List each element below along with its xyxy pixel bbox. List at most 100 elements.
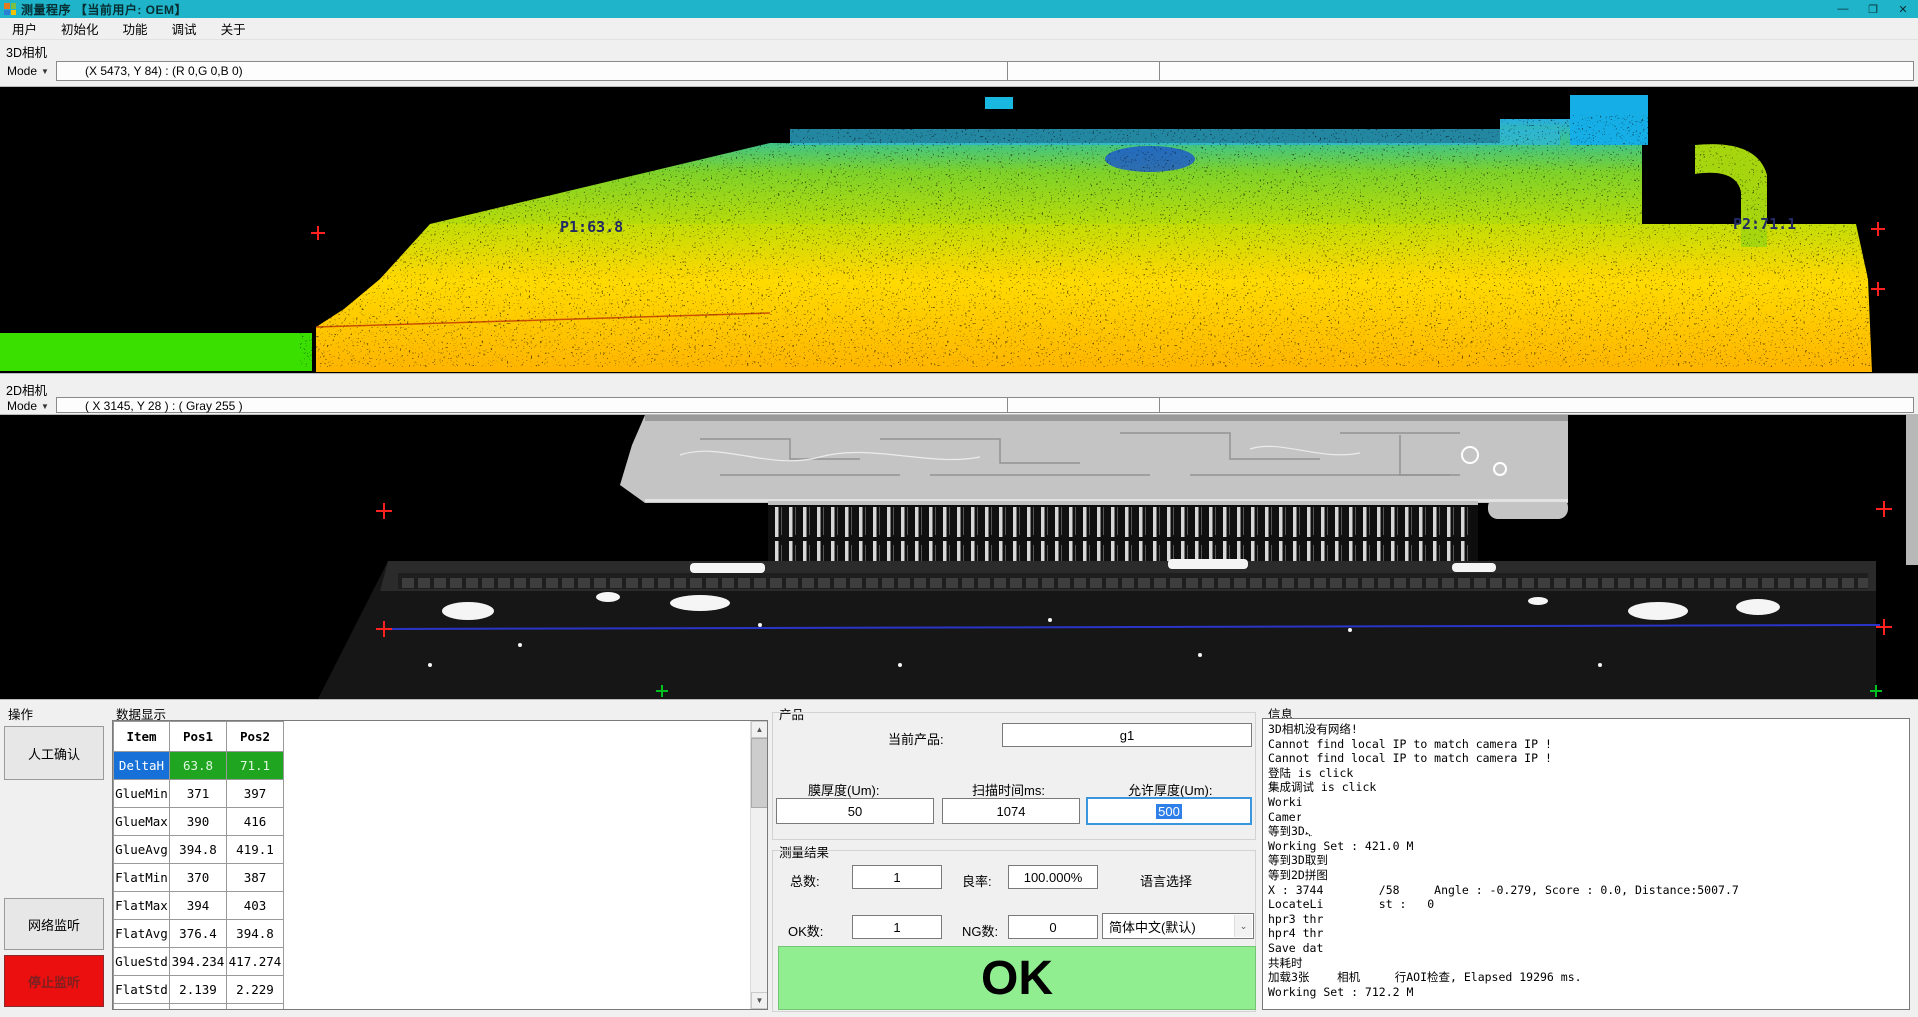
camera3d-image[interactable]: P1:63.8 P2:71.1 — [0, 86, 1918, 374]
cell-pos1: 394.8 — [170, 836, 227, 864]
connector-pins — [768, 501, 1478, 571]
measurement-table[interactable]: Item Pos1 Pos2 DeltaH63.871.1GlueMin3713… — [113, 721, 284, 1010]
camera2d-mode-bar: Mode ▼ ( X 3145, Y 28 ) : ( Gray 255 ) — [0, 396, 1918, 414]
cell-pos2: 419.1 — [227, 836, 284, 864]
window-title: 测量程序 【当前用户: OEM】 — [21, 1, 187, 18]
scroll-up-icon[interactable]: ▲ — [751, 721, 768, 738]
maximize-button[interactable]: ❐ — [1858, 0, 1888, 18]
scan-time-label: 扫描时间ms: — [972, 780, 1045, 799]
table-row[interactable]: X2583.57966.7 — [114, 1004, 284, 1011]
scroll-down-icon[interactable]: ▼ — [751, 992, 768, 1009]
redaction-blob — [1421, 927, 1871, 953]
cell-pos1: 394.234 — [170, 948, 227, 976]
col-item: Item — [114, 722, 170, 752]
divider — [1007, 398, 1008, 412]
menu-item-0[interactable]: 用户 — [0, 19, 49, 38]
table-row[interactable]: GlueStd394.234417.274 — [114, 948, 284, 976]
table-row[interactable]: FlatStd2.1392.229 — [114, 976, 284, 1004]
cell-item: GlueMin — [114, 780, 170, 808]
total-input[interactable]: 1 — [852, 865, 942, 889]
scrollbar-thumb[interactable] — [751, 738, 768, 808]
camera2d-mode-button[interactable]: Mode ▼ — [3, 398, 49, 414]
total-label: 总数: — [790, 871, 820, 890]
current-product-label: 当前产品: — [888, 729, 944, 748]
mode-label: Mode — [7, 399, 37, 413]
status-banner: OK — [778, 946, 1256, 1010]
cell-pos2: 2.229 — [227, 976, 284, 1004]
yield-label: 良率: — [962, 871, 992, 890]
menu-item-4[interactable]: 关于 — [209, 19, 258, 38]
table-row[interactable]: FlatMax394403 — [114, 892, 284, 920]
chevron-down-icon: ⌄ — [1234, 915, 1252, 937]
ok-count-input[interactable]: 1 — [852, 915, 942, 939]
cell-pos1: 394 — [170, 892, 227, 920]
stop-listen-button[interactable]: 停止监听 — [4, 955, 104, 1007]
log-line: Cannot find local IP to match camera IP … — [1268, 751, 1907, 766]
ok-count-label: OK数: — [788, 921, 823, 940]
divider — [1007, 62, 1008, 80]
menu-bar: 用户初始化功能调试关于 — [0, 18, 1918, 40]
divider — [1159, 62, 1160, 80]
camera3d-mode-bar: Mode ▼ (X 5473, Y 84) : (R 0,G 0,B 0) — [0, 60, 1918, 82]
divider — [1159, 398, 1160, 412]
height-map-3d: P1:63.8 P2:71.1 — [0, 87, 1918, 373]
close-button[interactable]: ✕ — [1888, 0, 1918, 18]
table-header-row: Item Pos1 Pos2 — [114, 722, 284, 752]
log-line: 3D相机没有网络! — [1268, 722, 1907, 737]
log-line: 加载3张 相机 行AOI检查, Elapsed 19296 ms. — [1268, 970, 1907, 985]
app-icon — [4, 3, 16, 15]
table-row[interactable]: GlueMax390416 — [114, 808, 284, 836]
cell-item: GlueMax — [114, 808, 170, 836]
chevron-down-icon: ▼ — [41, 402, 49, 411]
chevron-down-icon: ▼ — [41, 67, 49, 76]
selected-text: 500 — [1156, 804, 1182, 819]
scan-time-input[interactable]: 1074 — [942, 798, 1080, 824]
cell-item: FlatAvg — [114, 920, 170, 948]
table-row[interactable]: GlueMin371397 — [114, 780, 284, 808]
menu-item-3[interactable]: 调试 — [160, 19, 209, 38]
camera3d-mode-button[interactable]: Mode ▼ — [3, 62, 49, 80]
cell-item: DeltaH — [114, 752, 170, 780]
allow-thickness-input[interactable]: 500 — [1086, 797, 1252, 825]
data-display-panel: Item Pos1 Pos2 DeltaH63.871.1GlueMin3713… — [112, 720, 768, 1010]
cell-item: FlatMin — [114, 864, 170, 892]
cell-pos1: 2583.5 — [170, 1004, 227, 1011]
cell-item: FlatMax — [114, 892, 170, 920]
camera2d-status-box: ( X 3145, Y 28 ) : ( Gray 255 ) — [56, 397, 1914, 413]
camera3d-label: 3D相机 — [6, 42, 47, 61]
network-listen-button[interactable]: 网络监听 — [4, 898, 104, 950]
camera3d-pixel-status: (X 5473, Y 84) : (R 0,G 0,B 0) — [85, 64, 243, 78]
cell-pos1: 2.139 — [170, 976, 227, 1004]
table-row[interactable]: FlatAvg376.4394.8 — [114, 920, 284, 948]
ng-count-input[interactable]: 0 — [1008, 915, 1098, 939]
camera2d-image[interactable] — [0, 414, 1918, 700]
log-line: LocateLi st : 0 — [1268, 897, 1907, 912]
cell-pos1: 370 — [170, 864, 227, 892]
log-line: 登陆 is click — [1268, 766, 1907, 781]
yield-input[interactable]: 100.000% — [1008, 865, 1098, 889]
current-product-input[interactable]: g1 — [1002, 723, 1252, 747]
cell-pos2: 417.274 — [227, 948, 284, 976]
p2-measure-label: P2:71.1 — [1733, 215, 1796, 233]
col-pos2: Pos2 — [227, 722, 284, 752]
log-output: 3D相机没有网络! Cannot find local IP to match c… — [1268, 722, 1907, 999]
info-panel[interactable]: 3D相机没有网络! Cannot find local IP to match c… — [1262, 718, 1910, 1010]
operation-label: 操作 — [8, 704, 33, 723]
language-dropdown[interactable]: 简体中文(默认) ⌄ — [1102, 913, 1254, 939]
manual-confirm-button[interactable]: 人工确认 — [4, 726, 104, 780]
minimize-button[interactable]: — — [1828, 0, 1858, 18]
cell-item: GlueAvg — [114, 836, 170, 864]
table-row[interactable]: DeltaH63.871.1 — [114, 752, 284, 780]
language-select-label: 语言选择 — [1140, 871, 1192, 890]
table-row[interactable]: FlatMin370387 — [114, 864, 284, 892]
cell-pos1: 376.4 — [170, 920, 227, 948]
table-scrollbar[interactable]: ▲ ▼ — [750, 721, 767, 1009]
log-line: Working Set : 421.0 M — [1268, 839, 1907, 854]
menu-item-2[interactable]: 功能 — [111, 19, 160, 38]
table-row[interactable]: GlueAvg394.8419.1 — [114, 836, 284, 864]
menu-item-1[interactable]: 初始化 — [49, 19, 111, 38]
log-line: X : 3744 /58 Angle : -0.279, Score : 0.0… — [1268, 883, 1907, 898]
camera2d-pixel-status: ( X 3145, Y 28 ) : ( Gray 255 ) — [85, 399, 243, 413]
film-thickness-input[interactable]: 50 — [776, 798, 934, 824]
cell-pos2: 394.8 — [227, 920, 284, 948]
